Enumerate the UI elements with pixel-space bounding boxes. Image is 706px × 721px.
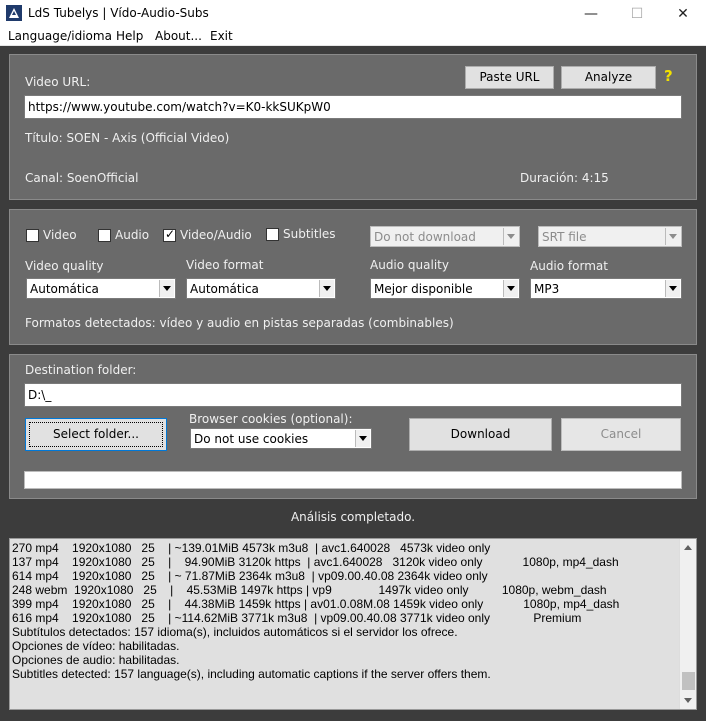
subtitles-checkbox-box[interactable] [266, 227, 279, 241]
log-lines: 270 mp4 1920x1080 25 | ~139.01MiB 4573k … [12, 541, 676, 681]
log-line: Subtítulos detectados: 157 idioma(s), in… [12, 625, 458, 639]
scroll-down-icon[interactable] [680, 692, 696, 709]
duration-info: Duración: 4:15 [520, 171, 609, 185]
status-text: Análisis completado. [290, 510, 416, 524]
audio-quality-label: Audio quality [370, 258, 449, 272]
window-title: LdS Tubelys | Vído-Audio-Subs [28, 6, 209, 20]
video-url-label: Video URL: [25, 75, 91, 89]
channel-info: Canal: SoenOfficial [25, 171, 139, 185]
browser-cookies-value: Do not use cookies [194, 432, 309, 446]
app-logo-icon [6, 5, 22, 21]
subtitles-checkbox-label: Subtitles [283, 227, 336, 241]
subtitle-format-value: SRT file [542, 230, 587, 244]
menu-bar: Language/idioma Help About... Exit [0, 28, 706, 46]
video-checkbox-box[interactable] [26, 228, 39, 242]
download-progress-bar [24, 471, 682, 489]
log-line: 270 mp4 1920x1080 25 | ~139.01MiB 4573k … [12, 541, 491, 555]
title-bar[interactable]: LdS Tubelys | Vído-Audio-Subs — ☐ ✕ [0, 0, 706, 28]
destination-panel: Destination folder: D:\_ Browser cookies… [9, 354, 697, 499]
cancel-button[interactable]: Cancel [561, 418, 681, 451]
log-line: 137 mp4 1920x1080 25 | 94.90MiB 3120k ht… [12, 555, 619, 569]
video-format-value: Automática [190, 282, 259, 296]
video-format-label: Video format [186, 258, 264, 272]
chevron-down-icon [355, 430, 370, 447]
log-output[interactable]: 270 mp4 1920x1080 25 | ~139.01MiB 4573k … [9, 538, 697, 710]
options-panel: Video Audio Video/Audio Subtitles Do not… [9, 209, 697, 345]
focus-ring [29, 422, 163, 447]
log-line: 616 mp4 1920x1080 25 | ~114.62MiB 3771k … [12, 611, 582, 625]
chevron-down-icon [319, 280, 334, 297]
minimize-button[interactable]: — [568, 0, 614, 28]
browser-cookies-select[interactable]: Do not use cookies [190, 428, 372, 449]
browser-cookies-label: Browser cookies (optional): [189, 412, 353, 426]
formats-detected-info: Formatos detectados: vídeo y audio en pi… [25, 316, 454, 330]
scroll-up-icon[interactable] [680, 539, 696, 556]
menu-exit[interactable]: Exit [210, 28, 233, 44]
chevron-down-icon [665, 228, 680, 245]
menu-language[interactable]: Language/idioma [8, 28, 112, 44]
log-scrollbar[interactable] [679, 539, 696, 709]
help-icon[interactable]: ? [664, 67, 673, 85]
video-format-select[interactable]: Automática [186, 278, 336, 299]
audio-checkbox-box[interactable] [98, 228, 111, 242]
menu-about[interactable]: About... [155, 28, 202, 44]
close-button[interactable]: ✕ [660, 0, 706, 28]
log-line: 614 mp4 1920x1080 25 | ~ 71.87MiB 2364k … [12, 569, 488, 583]
video-checkbox-label: Video [43, 228, 77, 242]
destination-folder-input[interactable]: D:\_ [24, 383, 682, 407]
audio-checkbox[interactable]: Audio [98, 228, 149, 242]
video-quality-label: Video quality [25, 259, 104, 273]
chevron-down-icon [503, 280, 518, 297]
analyze-button[interactable]: Analyze [561, 66, 656, 89]
subtitles-select[interactable]: Do not download [370, 226, 520, 247]
video-title-info: Título: SOEN - Axis (Official Video) [25, 131, 230, 145]
subtitle-format-select[interactable]: SRT file [538, 226, 682, 247]
audio-checkbox-label: Audio [115, 228, 150, 242]
url-panel: Video URL: Paste URL Analyze ? https://w… [9, 54, 697, 200]
video-quality-select[interactable]: Automática [26, 278, 176, 299]
log-line: 399 mp4 1920x1080 25 | 44.38MiB 1459k ht… [12, 597, 620, 611]
videoaudio-checkbox-box[interactable] [163, 227, 176, 242]
maximize-button[interactable]: ☐ [614, 0, 660, 28]
chevron-down-icon [503, 228, 518, 245]
chevron-down-icon [159, 280, 174, 297]
app-window: LdS Tubelys | Vído-Audio-Subs — ☐ ✕ Lang… [0, 0, 706, 721]
menu-help[interactable]: Help [116, 28, 143, 44]
select-folder-button[interactable]: Select folder... [25, 418, 167, 451]
log-line: Subtitles detected: 157 language(s), inc… [12, 667, 491, 681]
log-line: Opciones de vídeo: habilitadas. [12, 639, 180, 653]
audio-format-label: Audio format [530, 259, 608, 273]
videoaudio-checkbox[interactable]: Video/Audio [163, 227, 252, 242]
destination-folder-label: Destination folder: [25, 363, 137, 377]
scroll-thumb[interactable] [682, 672, 695, 690]
video-checkbox[interactable]: Video [26, 228, 77, 242]
subtitles-select-value: Do not download [374, 230, 476, 244]
audio-quality-value: Mejor disponible [374, 282, 473, 296]
log-line: 248 webm 1920x1080 25 | 45.53MiB 1497k h… [12, 583, 607, 597]
log-line: Opciones de audio: habilitadas. [12, 653, 180, 667]
videoaudio-checkbox-label: Video/Audio [180, 228, 252, 242]
audio-quality-select[interactable]: Mejor disponible [370, 278, 520, 299]
video-url-input[interactable]: https://www.youtube.com/watch?v=K0-kkSUK… [24, 95, 682, 119]
paste-url-button[interactable]: Paste URL [465, 66, 554, 89]
download-button[interactable]: Download [409, 418, 552, 451]
video-quality-value: Automática [30, 282, 99, 296]
chevron-down-icon [665, 280, 680, 297]
subtitles-checkbox[interactable]: Subtitles [266, 227, 336, 241]
audio-format-select[interactable]: MP3 [530, 278, 682, 299]
audio-format-value: MP3 [534, 282, 560, 296]
